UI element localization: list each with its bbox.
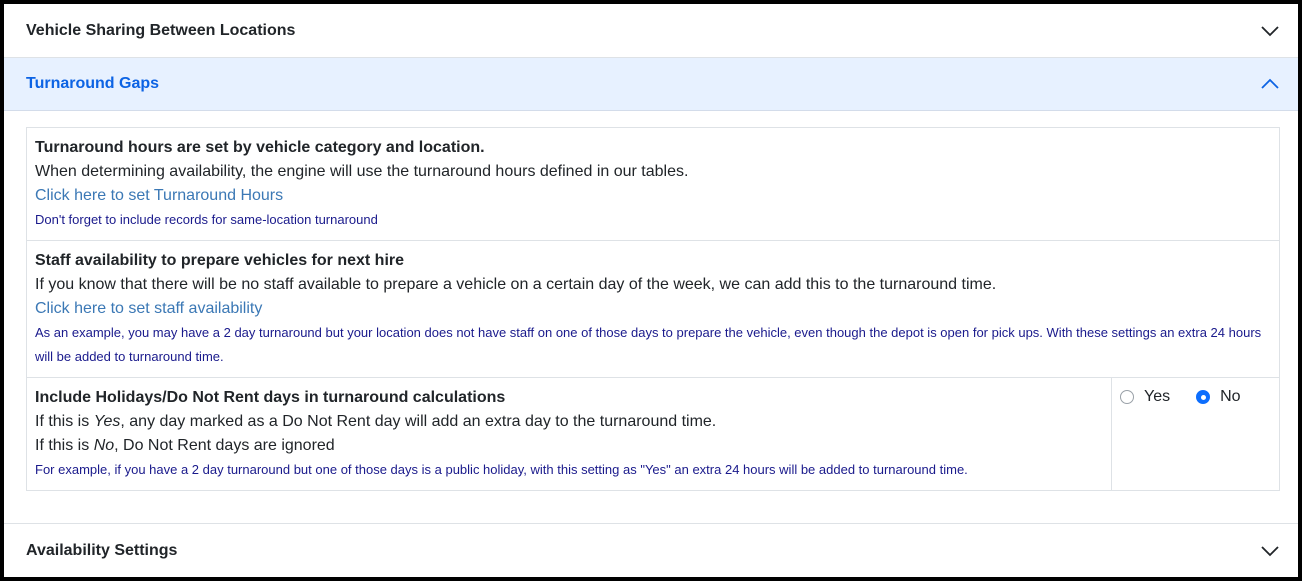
holidays-section: Include Holidays/Do Not Rent days in tur… (27, 378, 1279, 490)
section-description: If you know that there will be no staff … (35, 276, 997, 293)
chevron-up-icon (1261, 78, 1279, 89)
section-title: Include Holidays/Do Not Rent days in tur… (35, 389, 506, 406)
radio-yes-label[interactable]: Yes (1144, 388, 1170, 406)
accordion-header-availability-settings[interactable]: Availability Settings (4, 523, 1298, 577)
radio-no-label[interactable]: No (1220, 388, 1240, 406)
accordion-header-label: Vehicle Sharing Between Locations (26, 21, 296, 39)
holidays-no-explanation: If this is No, Do Not Rent days are igno… (35, 437, 335, 454)
holidays-radio-group: Yes No (1120, 388, 1267, 406)
set-staff-availability-link[interactable]: Click here to set staff availability (35, 297, 1271, 321)
column-divider (1111, 378, 1112, 490)
radio-yes-circle[interactable] (1120, 390, 1134, 404)
turnaround-hours-section: Turnaround hours are set by vehicle cate… (27, 128, 1279, 241)
section-title: Turnaround hours are set by vehicle cate… (35, 139, 485, 156)
holidays-yes-explanation: If this is Yes, any day marked as a Do N… (35, 413, 717, 430)
section-note: As an example, you may have a 2 day turn… (35, 325, 1262, 364)
chevron-down-icon (1261, 545, 1279, 556)
radio-no-circle[interactable] (1196, 390, 1211, 404)
accordion-header-label: Turnaround Gaps (26, 75, 160, 92)
radio-no[interactable]: No (1196, 388, 1241, 406)
accordion-header-turnaround-gaps[interactable]: Turnaround Gaps (4, 58, 1298, 111)
set-turnaround-hours-link[interactable]: Click here to set Turnaround Hours (35, 184, 1271, 208)
radio-yes[interactable]: Yes (1120, 388, 1170, 406)
settings-panel: Vehicle Sharing Between Locations Turnar… (4, 4, 1298, 577)
accordion-header-vehicle-sharing[interactable]: Vehicle Sharing Between Locations (4, 4, 1298, 58)
turnaround-gaps-body: Turnaround hours are set by vehicle cate… (26, 127, 1280, 491)
section-title: Staff availability to prepare vehicles f… (35, 252, 405, 269)
section-note: Don't forget to include records for same… (35, 212, 378, 227)
chevron-down-icon (1261, 25, 1279, 36)
accordion-header-label: Availability Settings (26, 541, 178, 559)
section-note: For example, if you have a 2 day turnaro… (35, 462, 968, 477)
staff-availability-section: Staff availability to prepare vehicles f… (27, 241, 1279, 378)
section-description: When determining availability, the engin… (35, 163, 689, 180)
holidays-text: Include Holidays/Do Not Rent days in tur… (35, 378, 1105, 482)
